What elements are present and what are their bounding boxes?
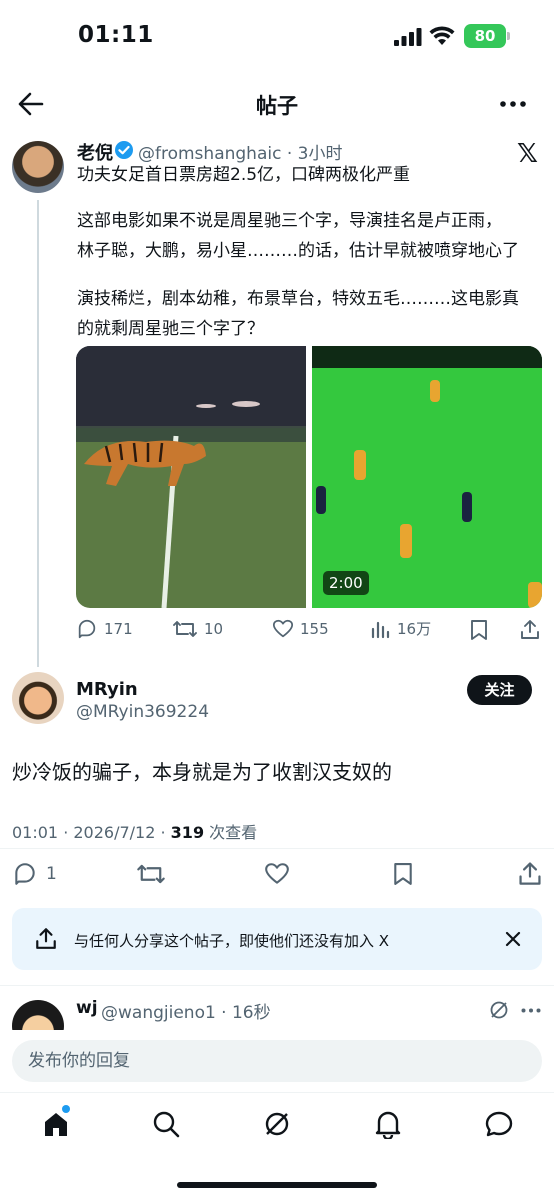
- views-button[interactable]: 16万: [371, 618, 431, 639]
- views-count: 16万: [397, 620, 432, 638]
- heart-icon[interactable]: [263, 861, 291, 887]
- follow-button[interactable]: 关注: [467, 675, 532, 705]
- reply-count: 171: [104, 620, 133, 638]
- retweet-count: 10: [204, 620, 224, 638]
- reply-text: 炒冷饭的骗子，本身就是为了收割汉支奴的: [12, 760, 392, 784]
- video-duration-badge: 2:00: [323, 571, 369, 595]
- grok-icon[interactable]: [489, 1000, 509, 1020]
- reply-input[interactable]: 发布你的回复: [12, 1040, 542, 1082]
- retweet-icon[interactable]: [136, 861, 166, 887]
- reply-icon: [15, 863, 35, 885]
- reply-reply-button[interactable]: 1: [12, 861, 57, 887]
- more-options-icon[interactable]: [500, 101, 526, 107]
- tweet-video-thumbnail[interactable]: [312, 346, 542, 608]
- battery-cap: [507, 32, 510, 40]
- notifications-bell-icon[interactable]: [374, 1109, 402, 1139]
- next-reply-author[interactable]: wj: [76, 998, 98, 1018]
- like-button[interactable]: 155: [272, 618, 329, 640]
- author-avatar[interactable]: [12, 141, 64, 193]
- like-count: 155: [300, 620, 329, 638]
- more-options-icon[interactable]: [521, 1008, 541, 1013]
- divider: [0, 985, 554, 986]
- bookmark-icon[interactable]: [469, 619, 489, 641]
- divider: [0, 848, 554, 849]
- tweet-text-line: 演技稀烂，剧本幼稚，布景草台，特效五毛………这电影真: [77, 289, 519, 309]
- status-time: 01:11: [78, 22, 154, 48]
- next-reply-handle-time[interactable]: @wangjieno1 · 16秒: [101, 998, 271, 1023]
- reply-timestamp: 01:01 · 2026/7/12 ·: [12, 823, 171, 842]
- retweet-icon: [173, 621, 197, 637]
- share-banner-text: 与任何人分享这个帖子，即使他们还没有加入 X: [74, 932, 390, 950]
- tweet-image-tiger[interactable]: [76, 346, 306, 608]
- reply-icon: [78, 619, 96, 639]
- reply-view-label: 次查看: [204, 823, 258, 842]
- tweet-text-line: 林子聪，大鹏，易小星………的话，估计早就被喷穿地心了: [77, 241, 519, 261]
- wifi-icon: [429, 26, 455, 46]
- reply-reply-count: 1: [46, 864, 57, 884]
- reply-author-name[interactable]: MRyin: [76, 679, 138, 700]
- search-icon[interactable]: [152, 1110, 180, 1138]
- cellular-signal-icon: [394, 28, 422, 46]
- home-indicator: [177, 1182, 377, 1188]
- thread-line: [37, 200, 39, 667]
- verified-badge-icon: [114, 140, 134, 160]
- home-icon[interactable]: [42, 1110, 70, 1138]
- battery-level: 80: [464, 24, 506, 48]
- tweet-text-line: 的就剩周星驰三个字了？: [77, 319, 264, 339]
- page-title: 帖子: [256, 94, 298, 118]
- share-icon[interactable]: [517, 860, 543, 886]
- notification-dot: [62, 1105, 70, 1113]
- tweet-text-line: 这部电影如果不说是周星驰三个字，导演挂名是卢正雨，: [77, 211, 502, 231]
- share-icon[interactable]: [519, 618, 541, 640]
- bookmark-icon[interactable]: [392, 861, 414, 887]
- reply-meta: 01:01 · 2026/7/12 · 319 次查看: [12, 819, 257, 843]
- share-upload-icon: [34, 926, 58, 950]
- tweet-text-line: 功夫女足首日票房超2.5亿，口碑两极化严重: [77, 165, 411, 185]
- reply-author-avatar[interactable]: [12, 672, 64, 724]
- close-icon[interactable]: [505, 931, 521, 947]
- reply-button[interactable]: 171: [76, 618, 133, 640]
- retweet-button[interactable]: 10: [172, 618, 223, 640]
- reply-view-count: 319: [170, 823, 205, 842]
- views-chart-icon: [371, 621, 390, 638]
- reply-author-handle[interactable]: @MRyin369224: [76, 702, 209, 722]
- grok-icon[interactable]: [263, 1110, 291, 1138]
- heart-icon: [272, 619, 294, 638]
- messages-icon[interactable]: [484, 1110, 514, 1138]
